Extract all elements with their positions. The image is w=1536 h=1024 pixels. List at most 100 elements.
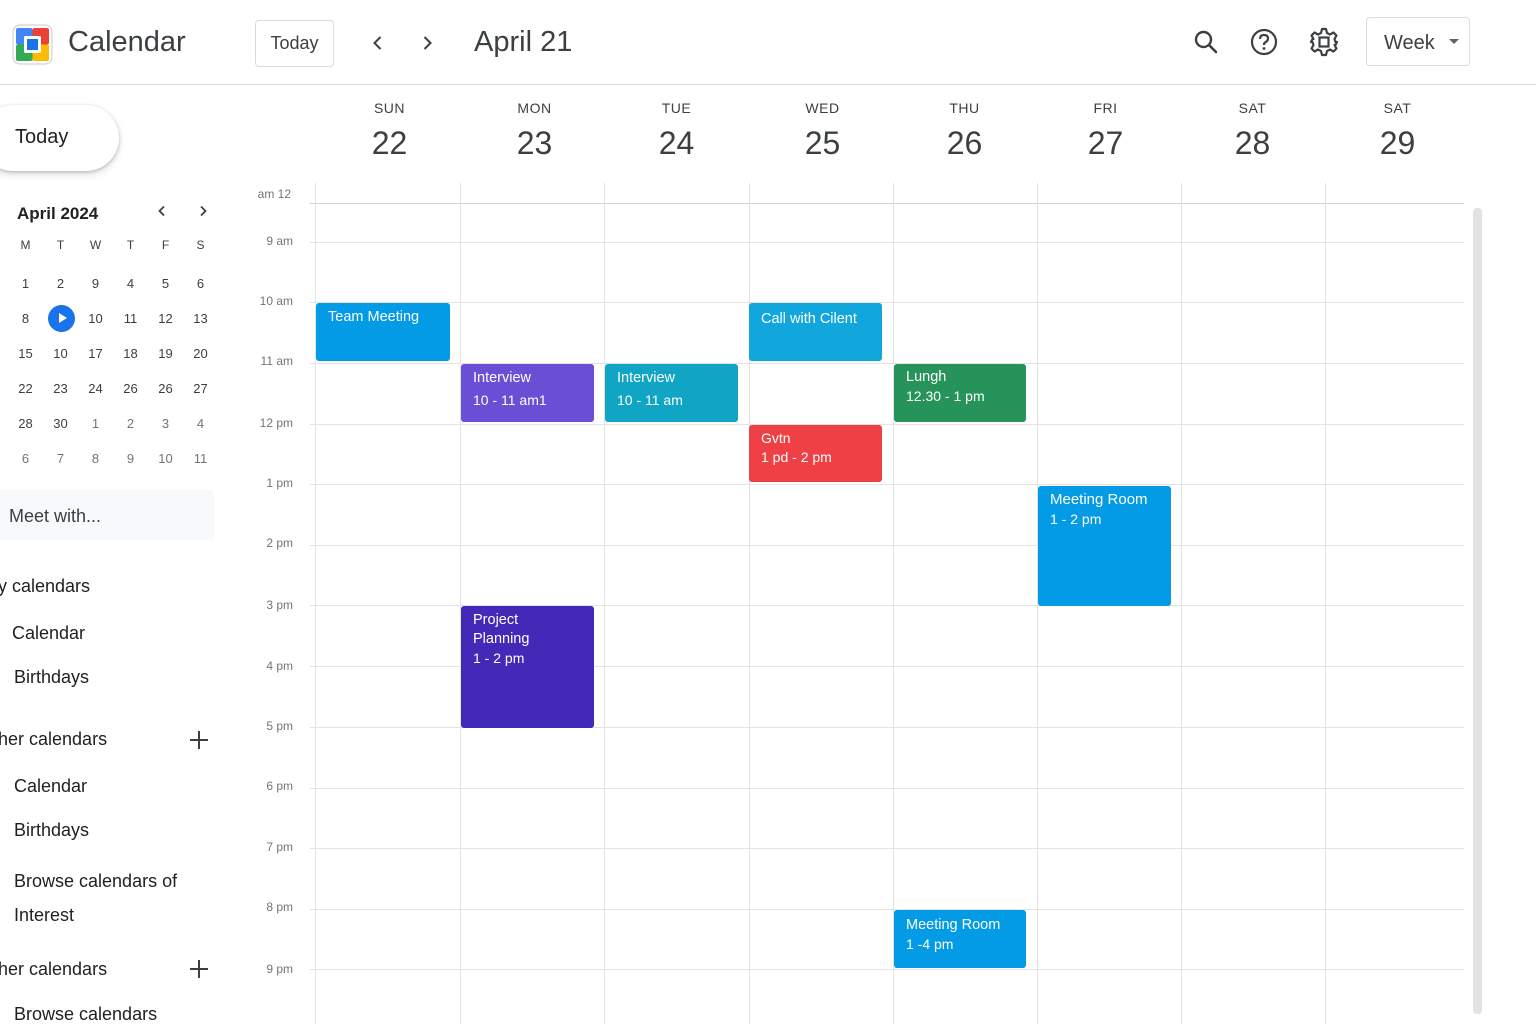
mini-day[interactable]: 10 — [148, 451, 183, 466]
browse-calendars-link[interactable]: Browse calendars — [14, 1004, 157, 1024]
calendar-list-item[interactable]: Calendar — [14, 776, 87, 797]
scrollbar[interactable] — [1473, 208, 1482, 1014]
mini-day[interactable]: 2 — [43, 276, 78, 291]
mini-day[interactable]: 9 — [113, 451, 148, 466]
event-team-meeting[interactable]: Team Meeting — [316, 303, 450, 361]
mini-day[interactable]: 24 — [78, 381, 113, 396]
day-number[interactable]: 23 — [462, 125, 607, 162]
meet-with-search[interactable]: Meet with... — [0, 490, 214, 540]
chevron-left-icon[interactable] — [363, 28, 393, 58]
mini-day[interactable]: 4 — [113, 276, 148, 291]
day-header[interactable]: SAT 29 — [1325, 100, 1470, 162]
event-call-with-client[interactable]: Call with Cilent — [749, 303, 882, 361]
event-project-planning[interactable]: Project Planning 1 - 2 pm — [461, 606, 594, 728]
mini-day[interactable]: 11 — [183, 451, 218, 466]
other-calendars-heading[interactable]: her calendars — [0, 959, 107, 980]
mini-day[interactable]: 26 — [148, 381, 183, 396]
day-header[interactable]: WED 25 — [750, 100, 895, 162]
mini-day[interactable]: 28 — [8, 416, 43, 431]
add-calendar-icon[interactable] — [188, 958, 210, 980]
sidebar-today-button[interactable]: Today — [0, 105, 119, 171]
my-calendars-heading[interactable]: y calendars — [0, 576, 90, 597]
day-number[interactable]: 27 — [1033, 125, 1178, 162]
grid-line — [310, 545, 1464, 546]
mini-day[interactable]: 18 — [113, 346, 148, 361]
mini-day[interactable]: 8 — [78, 451, 113, 466]
mini-day[interactable]: 2 — [113, 416, 148, 431]
calendar-list-item[interactable]: Birthdays — [14, 667, 89, 688]
mini-calendar-grid: M T W T F S 1 2 9 4 5 6 8 10 11 12 13 15… — [8, 238, 218, 476]
day-header[interactable]: SAT 28 — [1180, 100, 1325, 162]
mini-weekday: W — [89, 238, 102, 252]
chevron-right-icon[interactable] — [412, 28, 442, 58]
day-number[interactable]: 22 — [317, 125, 462, 162]
mini-next-month-icon[interactable] — [192, 200, 214, 222]
mini-day[interactable]: 11 — [113, 311, 148, 326]
search-icon[interactable] — [1189, 25, 1223, 59]
add-calendar-icon[interactable] — [188, 729, 210, 751]
browse-calendars-link-line2[interactable]: Interest — [14, 905, 74, 926]
mini-day[interactable]: 13 — [183, 311, 218, 326]
mini-weekday: S — [196, 238, 205, 252]
mini-day[interactable]: 23 — [43, 381, 78, 396]
mini-week-row: 6 7 8 9 10 11 — [8, 441, 218, 476]
mini-day[interactable]: 1 — [78, 416, 113, 431]
event-title: Interview — [617, 370, 676, 386]
calendar-list-item[interactable]: Birthdays — [14, 820, 89, 841]
event-title: Lungh — [906, 369, 947, 385]
mini-day[interactable]: 26 — [113, 381, 148, 396]
mini-day[interactable]: 1 — [8, 276, 43, 291]
mini-day[interactable]: 8 — [8, 311, 43, 326]
event-meeting-room-fri[interactable]: Meeting Room 1 - 2 pm — [1038, 486, 1171, 606]
event-interview-tue[interactable]: Interview 10 - 11 am — [605, 364, 738, 422]
caret-down-icon — [1449, 39, 1459, 44]
mini-day-selected[interactable] — [43, 304, 78, 332]
calendar-logo-icon[interactable] — [12, 24, 53, 65]
event-lungh[interactable]: Lungh 12.30 - 1 pm — [894, 364, 1026, 422]
meet-with-label: Meet with... — [9, 506, 102, 526]
day-header[interactable]: TUE 24 — [604, 100, 749, 162]
mini-week-row: 15 10 17 18 19 20 — [8, 336, 218, 371]
help-icon[interactable] — [1247, 25, 1281, 59]
mini-day[interactable]: 27 — [183, 381, 218, 396]
grid-column-line — [893, 183, 894, 1024]
settings-icon[interactable] — [1307, 25, 1341, 59]
day-number[interactable]: 25 — [750, 125, 895, 162]
day-number[interactable]: 24 — [604, 125, 749, 162]
mini-weekday: T — [126, 238, 135, 252]
today-button[interactable]: Today — [255, 20, 334, 67]
mini-day[interactable]: 20 — [183, 346, 218, 361]
day-header[interactable]: THU 26 — [892, 100, 1037, 162]
mini-day[interactable]: 4 — [183, 416, 218, 431]
grid-line — [310, 302, 1464, 303]
mini-weekday-row: M T W T F S — [8, 238, 218, 266]
mini-day[interactable]: 7 — [43, 451, 78, 466]
day-number[interactable]: 26 — [892, 125, 1037, 162]
browse-calendars-link[interactable]: Browse calendars of — [14, 871, 177, 892]
day-header[interactable]: FRI 27 — [1033, 100, 1178, 162]
day-number[interactable]: 29 — [1325, 125, 1470, 162]
mini-day[interactable]: 10 — [78, 311, 113, 326]
mini-prev-month-icon[interactable] — [151, 200, 173, 222]
event-meeting-room-thu[interactable]: Meeting Room 1 -4 pm — [894, 910, 1026, 968]
mini-day[interactable]: 12 — [148, 311, 183, 326]
event-gvtn[interactable]: Gvtn 1 pd - 2 pm — [749, 425, 882, 482]
mini-day[interactable]: 19 — [148, 346, 183, 361]
mini-day[interactable]: 9 — [78, 276, 113, 291]
day-number[interactable]: 28 — [1180, 125, 1325, 162]
other-calendars-heading[interactable]: her calendars — [0, 729, 107, 750]
mini-day[interactable]: 22 — [8, 381, 43, 396]
mini-day[interactable]: 6 — [8, 451, 43, 466]
calendar-list-item[interactable]: Calendar — [12, 623, 85, 644]
event-interview-mon[interactable]: Interview 10 - 11 am1 — [461, 364, 594, 422]
mini-day[interactable]: 3 — [148, 416, 183, 431]
mini-day[interactable]: 10 — [43, 346, 78, 361]
mini-day[interactable]: 5 — [148, 276, 183, 291]
day-header[interactable]: MON 23 — [462, 100, 607, 162]
mini-day[interactable]: 17 — [78, 346, 113, 361]
day-header[interactable]: SUN 22 — [317, 100, 462, 162]
view-select[interactable]: Week — [1366, 17, 1470, 66]
mini-day[interactable]: 15 — [8, 346, 43, 361]
mini-day[interactable]: 30 — [43, 416, 78, 431]
mini-day[interactable]: 6 — [183, 276, 218, 291]
